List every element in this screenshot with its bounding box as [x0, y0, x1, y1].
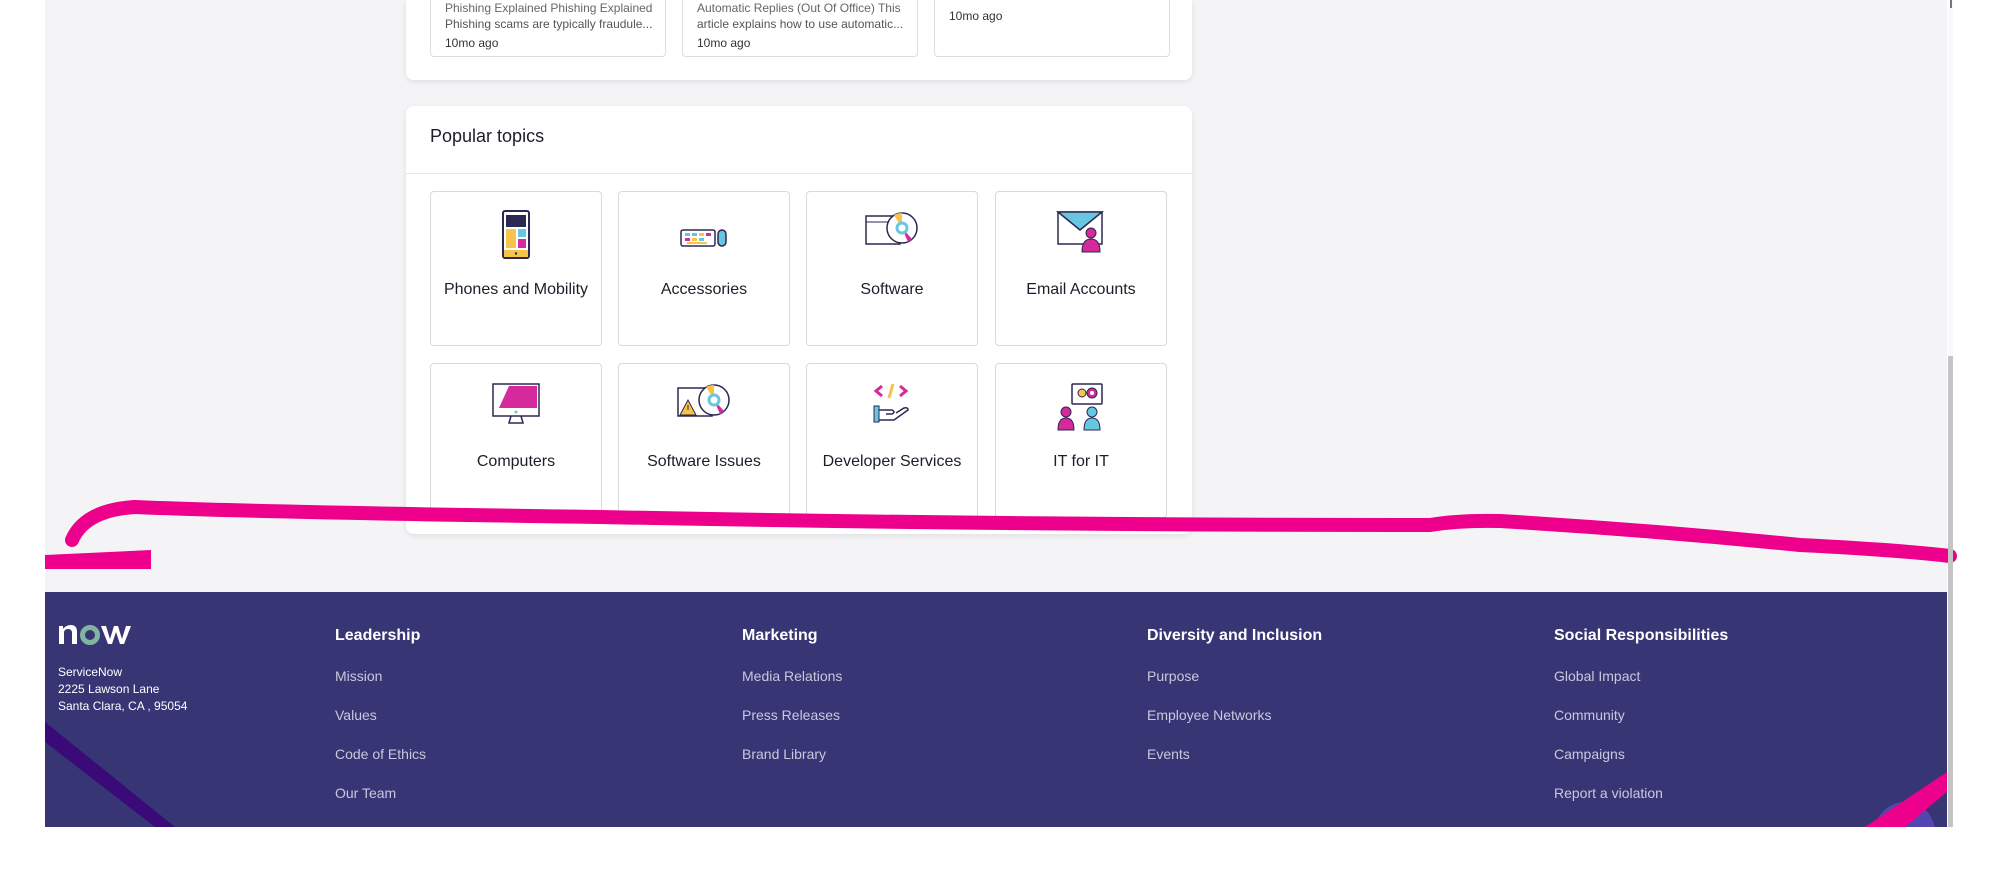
topic-label: Software Issues: [647, 453, 761, 470]
footer-link-community[interactable]: Community: [1554, 706, 1728, 724]
article-title: Phishing Explained Phishing Explained: [445, 1, 653, 15]
people-gears-icon: [1057, 383, 1103, 431]
topic-tile-it-for-it[interactable]: IT for IT: [995, 363, 1167, 518]
footer: ServiceNow 2225 Lawson Lane Santa Clara,…: [45, 592, 1947, 827]
footer-heading: Leadership: [335, 627, 421, 644]
footer-heading: Marketing: [742, 627, 818, 644]
topic-label: Accessories: [660, 281, 748, 298]
footer-heading: Social Responsibilities: [1554, 627, 1729, 644]
topic-tile-email[interactable]: Email Accounts: [995, 191, 1167, 346]
footer-link-campaigns[interactable]: Campaigns: [1554, 745, 1728, 763]
article-card[interactable]: 10mo ago: [934, 0, 1170, 57]
article-time: 10mo ago: [949, 9, 1003, 23]
article-card[interactable]: Phishing Explained Phishing Explained Ph…: [430, 0, 666, 57]
topic-tile-computers[interactable]: Computers: [430, 363, 602, 518]
monitor-icon: [492, 383, 540, 424]
article-card[interactable]: Automatic Replies (Out Of Office) This a…: [682, 0, 918, 57]
divider: [406, 173, 1192, 174]
footer-link-employee-networks[interactable]: Employee Networks: [1147, 706, 1322, 724]
footer-column-social: Social Responsibilities Global Impact Co…: [1554, 627, 1728, 802]
article-description: article explains how to use automatic...: [697, 17, 904, 31]
topic-tile-software[interactable]: Software: [806, 191, 978, 346]
phone-icon: [502, 210, 530, 259]
footer-column-diversity: Diversity and Inclusion Purpose Employee…: [1147, 627, 1322, 763]
footer-link-purpose[interactable]: Purpose: [1147, 667, 1322, 685]
keyboard-mouse-icon: [680, 229, 727, 247]
scrollbar-arrow[interactable]: [1950, 0, 1952, 8]
footer-link-values[interactable]: Values: [335, 706, 426, 724]
topic-label: IT for IT: [1053, 453, 1109, 470]
footer-link-code-of-ethics[interactable]: Code of Ethics: [335, 745, 426, 763]
topic-tile-developer-services[interactable]: Developer Services: [806, 363, 978, 518]
footer-link-media-relations[interactable]: Media Relations: [742, 667, 842, 685]
scrollbar-thumb[interactable]: [1948, 356, 1953, 827]
email-user-icon: [1056, 211, 1105, 253]
software-disc-icon: [865, 212, 918, 245]
footer-link-report-violation[interactable]: Report a violation: [1554, 784, 1728, 802]
article-time: 10mo ago: [445, 36, 499, 50]
vertical-scrollbar[interactable]: [1948, 0, 1953, 827]
recent-articles-card: Phishing Explained Phishing Explained Ph…: [406, 0, 1192, 80]
popular-topics-title: Popular topics: [430, 126, 545, 146]
topic-tile-accessories[interactable]: Accessories: [618, 191, 790, 346]
footer-link-events[interactable]: Events: [1147, 745, 1322, 763]
topic-label: Software: [860, 281, 924, 298]
topic-label: Developer Services: [822, 453, 962, 470]
footer-link-our-team[interactable]: Our Team: [335, 784, 426, 802]
footer-link-press-releases[interactable]: Press Releases: [742, 706, 842, 724]
article-description: Phishing scams are typically fraudule...: [445, 17, 653, 31]
topic-label: Phones and Mobility: [443, 281, 589, 298]
topic-tile-phones[interactable]: Phones and Mobility: [430, 191, 602, 346]
article-title: Automatic Replies (Out Of Office) This: [697, 1, 901, 15]
footer-link-brand-library[interactable]: Brand Library: [742, 745, 842, 763]
footer-link-global-impact[interactable]: Global Impact: [1554, 667, 1728, 685]
popular-topics-card: Popular topics Phones and Mobility Acces…: [406, 106, 1192, 534]
footer-link-mission[interactable]: Mission: [335, 667, 426, 685]
footer-column-marketing: Marketing Media Relations Press Releases…: [742, 627, 842, 763]
code-hand-icon: [873, 383, 909, 423]
topic-label: Computers: [476, 453, 556, 470]
topic-tile-software-issues[interactable]: Software Issues: [618, 363, 790, 518]
article-time: 10mo ago: [697, 36, 751, 50]
topic-label: Email Accounts: [1026, 281, 1136, 298]
software-warning-icon: [677, 384, 730, 417]
footer-column-leadership: Leadership Mission Values Code of Ethics…: [335, 627, 426, 802]
footer-heading: Diversity and Inclusion: [1147, 627, 1323, 644]
